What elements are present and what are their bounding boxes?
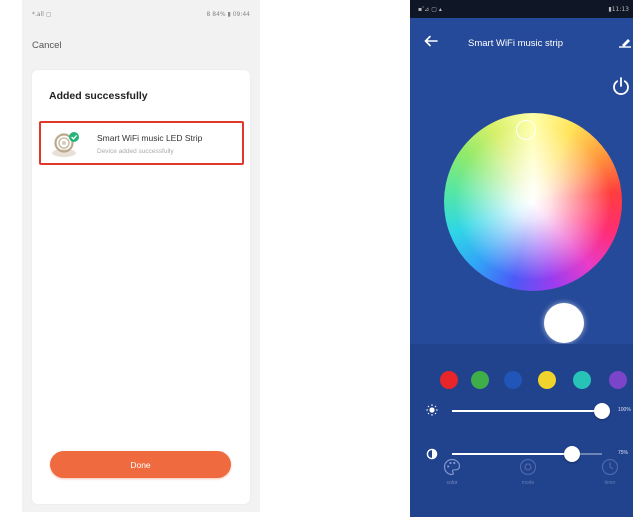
card-title: Added successfully — [49, 90, 148, 102]
brightness-icon — [426, 404, 438, 416]
tab-color-label: color — [446, 480, 458, 486]
cancel-button[interactable]: Cancel — [32, 40, 62, 51]
tab-color[interactable]: color — [435, 458, 469, 486]
status-bar: ▪″⊿ ▢ ▴ ▮11:13 — [410, 0, 633, 18]
device-status: Device added successfully — [97, 148, 174, 155]
mode-icon — [519, 458, 537, 476]
tab-timer[interactable]: timer — [593, 458, 627, 486]
light-control-screen: ▪″⊿ ▢ ▴ ▮11:13 Smart WiFi music strip 10… — [410, 0, 633, 517]
swatch-purple[interactable] — [609, 371, 627, 389]
tab-mode[interactable]: mode — [511, 458, 545, 486]
color-wheel[interactable] — [444, 113, 622, 343]
device-row[interactable]: Smart WiFi music LED Strip Device added … — [39, 121, 244, 165]
device-name: Smart WiFi music LED Strip — [97, 133, 203, 143]
brightness-slider[interactable] — [452, 403, 610, 419]
palette-icon — [443, 458, 461, 476]
brightness-value: 100% — [618, 407, 631, 413]
saturation-slider-fill — [452, 453, 572, 455]
edit-icon[interactable] — [618, 36, 632, 48]
added-success-screen: *.all ▢ 8 84% ▮ 09:44 Cancel Added succe… — [22, 0, 260, 512]
swatch-red[interactable] — [440, 371, 458, 389]
control-panel: 100% 75% color mode timer — [410, 344, 633, 517]
done-button[interactable]: Done — [50, 451, 231, 478]
color-wheel-center[interactable] — [544, 303, 584, 343]
status-left-text: ▪″⊿ ▢ ▴ — [418, 6, 442, 13]
tab-timer-label: timer — [604, 480, 616, 486]
saturation-slider[interactable] — [452, 446, 602, 462]
result-card: Added successfully Smart WiFi music LED … — [32, 70, 250, 504]
status-left-text: *.all ▢ — [32, 11, 52, 18]
swatch-blue[interactable] — [504, 371, 522, 389]
swatch-teal[interactable] — [573, 371, 591, 389]
header-bar: Smart WiFi music strip — [410, 18, 633, 66]
device-title: Smart WiFi music strip — [468, 38, 563, 49]
brightness-slider-thumb[interactable] — [594, 403, 610, 419]
saturation-slider-thumb[interactable] — [564, 446, 580, 462]
swatch-yellow[interactable] — [538, 371, 556, 389]
color-wheel-selector[interactable] — [516, 120, 536, 140]
brightness-slider-fill — [452, 410, 602, 412]
saturation-value: 75% — [618, 450, 629, 456]
status-bar: *.all ▢ 8 84% ▮ 09:44 — [22, 8, 260, 20]
status-right-text: ▮11:13 — [608, 6, 629, 13]
swatch-green[interactable] — [471, 371, 489, 389]
tab-mode-label: mode — [521, 480, 535, 486]
check-badge-icon — [69, 132, 79, 142]
timer-icon — [601, 458, 619, 476]
led-strip-icon — [52, 132, 79, 157]
back-arrow-icon[interactable] — [424, 34, 438, 48]
power-icon[interactable] — [611, 76, 631, 96]
status-right-text: 8 84% ▮ 09:44 — [206, 11, 250, 18]
